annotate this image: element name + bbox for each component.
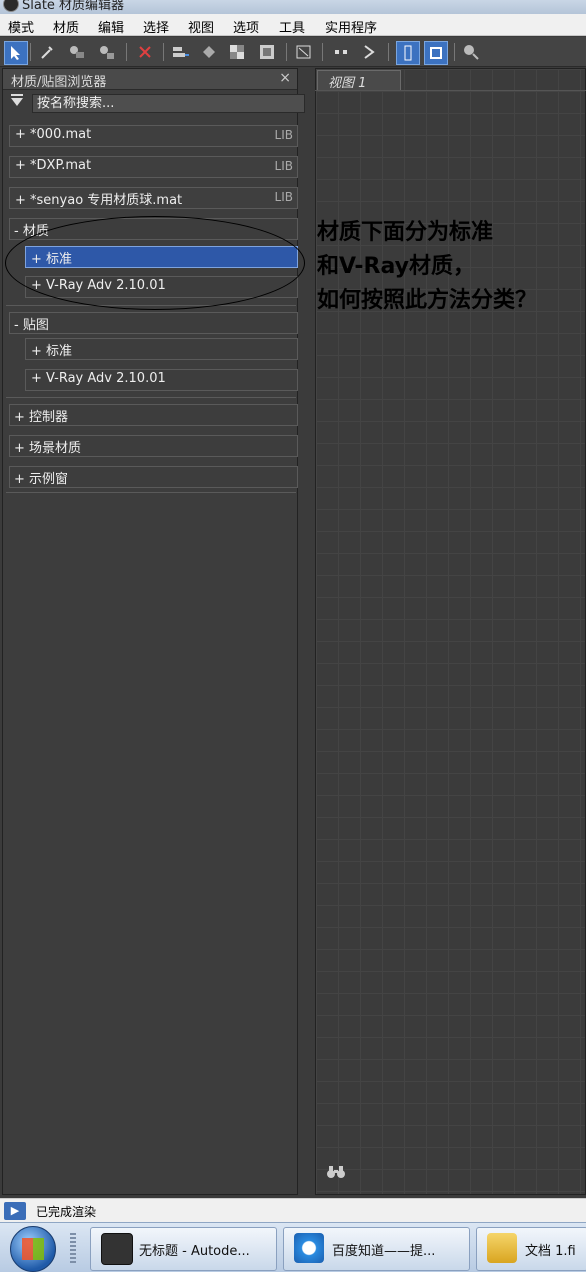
app-icon (3, 0, 19, 12)
annotation-line: 材质下面分为标准 (317, 220, 494, 245)
layout-top-icon[interactable] (424, 41, 448, 65)
maps-vray[interactable]: + V-Ray Adv 2.10.01 (25, 369, 298, 391)
group-scene-materials[interactable]: + 场景材质 (9, 435, 298, 457)
menu-select[interactable]: 选择 (143, 17, 169, 36)
menu-view[interactable]: 视图 (188, 17, 214, 36)
lay-out-icon[interactable] (293, 41, 315, 63)
3dsmax-icon (101, 1233, 133, 1265)
binoculars-icon[interactable] (326, 1164, 346, 1185)
library-label: + *DXP.mat (15, 158, 92, 173)
taskbar: 无标题 - Autode... 百度知道——提... 文档 1.fi (0, 1222, 586, 1272)
task-label: 无标题 - Autode... (139, 1244, 250, 1259)
menu-utilities[interactable]: 实用程序 (325, 17, 377, 36)
search-input[interactable]: 按名称搜索... (32, 94, 305, 113)
window-title: Slate 材质编辑器 (22, 0, 125, 13)
library-tag: LIB (274, 190, 293, 204)
taskbar-grip (70, 1233, 76, 1263)
task-label: 百度知道——提... (332, 1244, 436, 1259)
library-label: + *000.mat (15, 127, 92, 142)
menu-mode[interactable]: 模式 (8, 17, 34, 36)
nodes-icon[interactable] (330, 41, 352, 63)
menu-bar: 模式 材质 编辑 选择 视图 选项 工具 实用程序 (0, 14, 586, 36)
group-label: + 场景材质 (14, 441, 82, 456)
browser-header: 材质/贴图浏览器 × (3, 69, 297, 90)
tab-view-1[interactable]: 视图 1 (317, 70, 401, 91)
group-controllers[interactable]: + 控制器 (9, 404, 298, 426)
library-senyao[interactable]: + *senyao 专用材质球.mat LIB (9, 187, 298, 209)
delete-icon[interactable] (134, 41, 156, 63)
status-text: 已完成渲染 (36, 1205, 97, 1219)
task-ie[interactable]: 百度知道——提... (283, 1227, 470, 1271)
annotation-line: 和V-Ray材质， (317, 254, 476, 279)
eyedropper-icon[interactable] (36, 41, 58, 63)
maps-standard[interactable]: + 标准 (25, 338, 298, 360)
menu-edit[interactable]: 编辑 (98, 17, 124, 36)
item-label: + V-Ray Adv 2.10.01 (31, 371, 166, 386)
start-button[interactable] (10, 1226, 56, 1272)
status-bar: ▶ 已完成渲染 (0, 1198, 586, 1222)
menu-material[interactable]: 材质 (53, 17, 79, 36)
item-label: + 标准 (31, 344, 73, 359)
window-title-bar: Slate 材质编辑器 (0, 0, 586, 14)
hide-icon[interactable] (358, 41, 380, 63)
background-icon[interactable] (256, 41, 278, 63)
move-children-icon[interactable] (170, 41, 192, 63)
group-label: - 贴图 (14, 318, 49, 333)
checker-icon[interactable] (226, 41, 248, 63)
task-3dsmax[interactable]: 无标题 - Autode... (90, 1227, 277, 1271)
browser-options-icon[interactable] (11, 94, 23, 106)
task-label: 文档 1.fi (525, 1244, 576, 1259)
select-arrow-icon[interactable] (4, 41, 28, 65)
group-label: + 控制器 (14, 410, 69, 425)
task-folder[interactable]: 文档 1.fi (476, 1227, 586, 1271)
assign-to-selection-icon[interactable] (96, 41, 118, 63)
select-material-icon[interactable] (198, 41, 220, 63)
library-tag: LIB (274, 159, 293, 173)
group-sample-slots[interactable]: + 示例窗 (9, 466, 298, 488)
tab-label: 视图 1 (328, 76, 367, 91)
layout-left-icon[interactable] (396, 41, 420, 65)
menu-options[interactable]: 选项 (233, 17, 259, 36)
browser-title: 材质/贴图浏览器 (11, 75, 107, 90)
windows-logo-icon (22, 1238, 44, 1260)
annotation-line: 如何按照此方法分类？ (317, 288, 538, 313)
ie-icon (294, 1233, 324, 1263)
close-icon[interactable]: × (279, 70, 291, 86)
library-000[interactable]: + *000.mat LIB (9, 125, 298, 147)
toolbar (0, 37, 586, 67)
library-dxp[interactable]: + *DXP.mat LIB (9, 156, 298, 178)
group-maps[interactable]: - 贴图 (9, 312, 298, 334)
render-status-icon[interactable]: ▶ (4, 1202, 26, 1220)
annotation-ellipse (5, 216, 305, 310)
group-label: + 示例窗 (14, 472, 69, 487)
annotation-text: 材质下面分为标准 和V-Ray材质， 如何按照此方法分类？ (317, 216, 586, 318)
zoom-icon[interactable] (460, 41, 482, 63)
menu-tools[interactable]: 工具 (279, 17, 305, 36)
library-label: + *senyao 专用材质球.mat (15, 193, 183, 208)
put-to-scene-icon[interactable] (66, 41, 88, 63)
search-row: 按名称搜索... (3, 90, 305, 116)
library-tag: LIB (274, 128, 293, 142)
folder-icon (487, 1233, 517, 1263)
